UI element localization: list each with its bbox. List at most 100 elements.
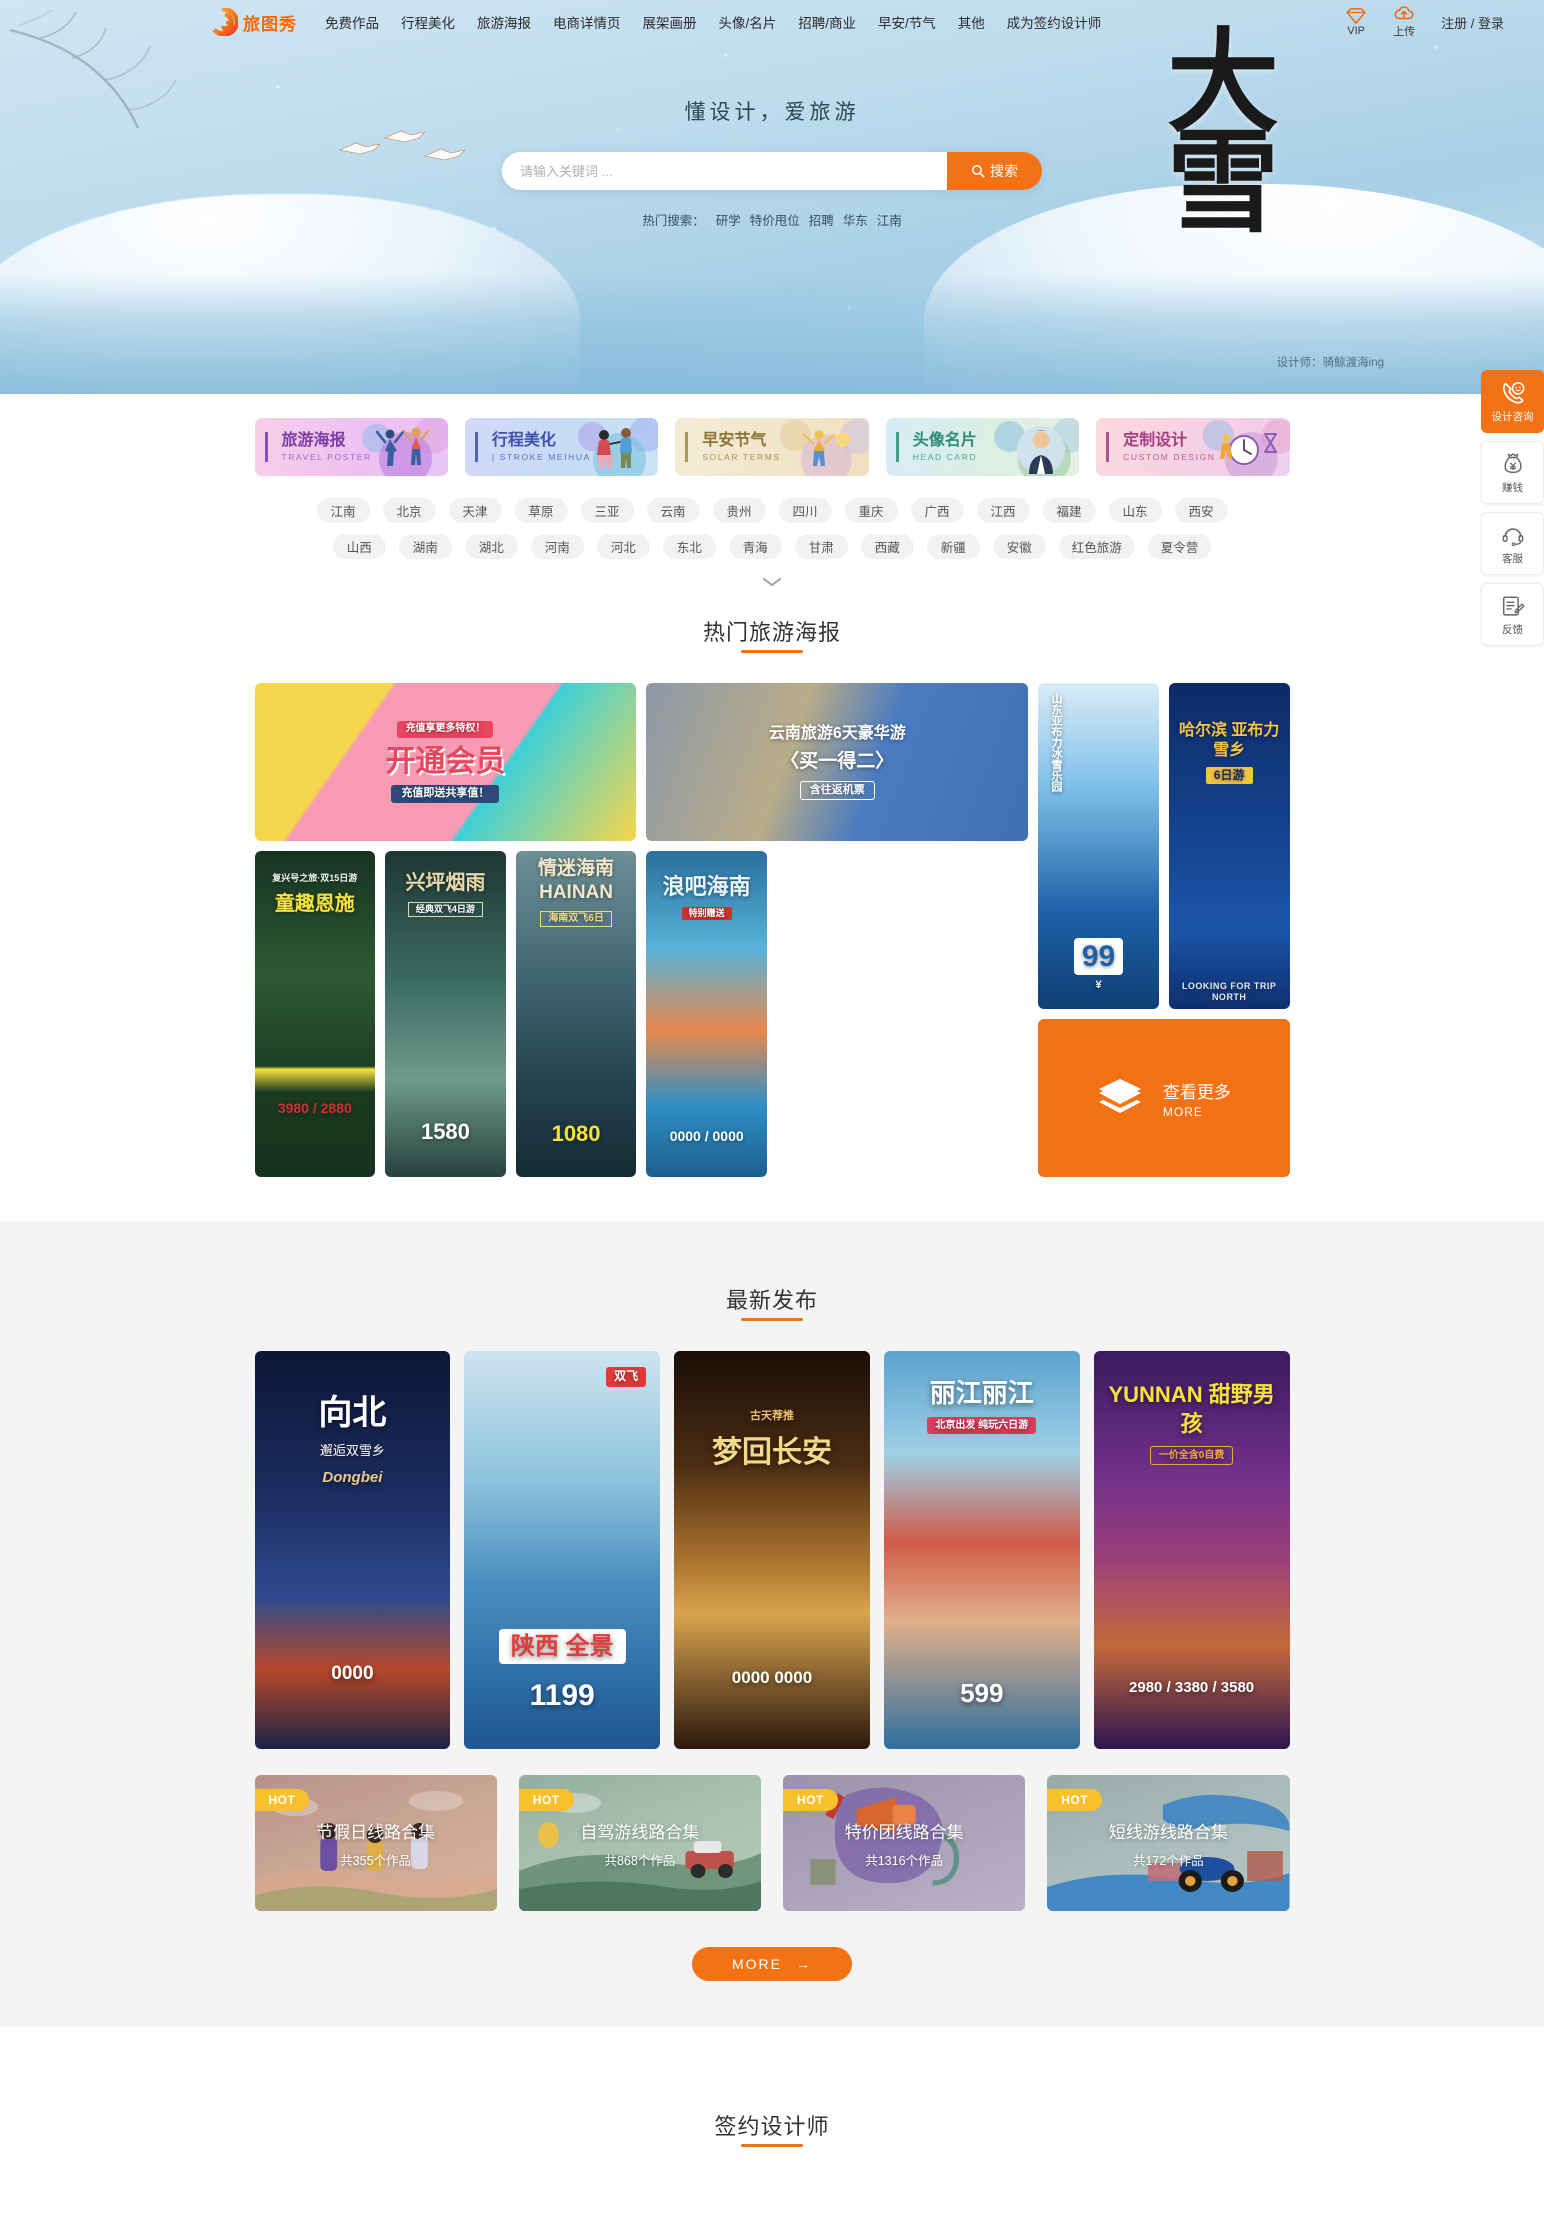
region-tag[interactable]: 四川 bbox=[778, 498, 832, 523]
region-tag[interactable]: 北京 bbox=[382, 498, 436, 523]
region-tag[interactable]: 三亚 bbox=[580, 498, 634, 523]
region-tag[interactable]: 江南 bbox=[316, 498, 370, 523]
latest-poster-card[interactable]: YUNNAN 甜野男孩 一价全含0自费 2980 / 3380 / 3580 bbox=[1093, 1351, 1290, 1749]
poster-title: 陕西 全景 bbox=[498, 1628, 626, 1664]
upload-button[interactable]: 上传 bbox=[1393, 5, 1415, 39]
poster-card[interactable]: 兴坪烟雨 经典双飞4日游 1580 bbox=[385, 851, 506, 1177]
region-tag[interactable]: 湖北 bbox=[464, 534, 518, 559]
region-tag[interactable]: 河北 bbox=[596, 534, 650, 559]
region-tag[interactable]: 西安 bbox=[1174, 498, 1228, 523]
nav-item-travel-poster[interactable]: 旅游海报 bbox=[477, 12, 531, 32]
dock-item-customer-service[interactable]: 客服 bbox=[1481, 512, 1544, 575]
category-en-label: SOLAR TERMS bbox=[702, 452, 781, 463]
hot-search-item-4[interactable]: 江南 bbox=[877, 210, 902, 229]
collection-card[interactable]: HOT 节假日线路合集 共355个作品 bbox=[254, 1775, 497, 1911]
region-tag[interactable]: 红色旅游 bbox=[1058, 534, 1135, 559]
money-bag-icon bbox=[1503, 452, 1522, 473]
nav-item-recruitment-business[interactable]: 招聘/商业 bbox=[798, 12, 856, 32]
region-tag[interactable]: 云南 bbox=[646, 498, 700, 523]
hero-banner: 大 雪 旅图秀 免费作品 行程美化 旅游海报 电商详情页 展架画册 头像/名片 … bbox=[0, 0, 1544, 394]
collection-card[interactable]: HOT 短线游线路合集 共172个作品 bbox=[1047, 1775, 1290, 1911]
region-tag[interactable]: 安徽 bbox=[992, 534, 1046, 559]
search-input[interactable] bbox=[502, 152, 947, 190]
register-login-link[interactable]: 注册 / 登录 bbox=[1441, 13, 1504, 32]
region-tag[interactable]: 湖南 bbox=[398, 534, 452, 559]
poster-title: 梦回长安 bbox=[711, 1436, 832, 1470]
collection-card[interactable]: HOT 特价团线路合集 共1316个作品 bbox=[783, 1775, 1026, 1911]
dock-item-design-consult[interactable]: 设计咨询 bbox=[1481, 370, 1544, 433]
poster-card[interactable]: 山东亚布力冰雪乐园 99 ¥ bbox=[1038, 683, 1159, 1009]
businessman-avatar-icon bbox=[1017, 426, 1066, 474]
latest-poster-card[interactable]: 丽江丽江 北京出发 纯玩六日游 599 bbox=[883, 1351, 1080, 1749]
region-tag[interactable]: 广西 bbox=[910, 498, 964, 523]
nav-item-other[interactable]: 其他 bbox=[958, 12, 985, 32]
region-tag[interactable]: 山东 bbox=[1108, 498, 1162, 523]
load-more-button[interactable]: MORE → bbox=[692, 1947, 852, 1981]
hot-search-item-3[interactable]: 华东 bbox=[843, 210, 868, 229]
nav-item-itinerary[interactable]: 行程美化 bbox=[401, 12, 455, 32]
nav-item-morning-solarterm[interactable]: 早安/节气 bbox=[878, 12, 936, 32]
vip-button[interactable]: VIP bbox=[1345, 7, 1367, 37]
view-more-card[interactable]: 查看更多 MORE bbox=[1038, 1019, 1290, 1177]
poster-card[interactable]: 哈尔滨 亚布力 雪乡 6日游 LOOKING FOR TRIP NORTH bbox=[1168, 683, 1290, 1009]
category-cn-label: 定制设计 bbox=[1123, 431, 1188, 449]
nav-item-become-designer[interactable]: 成为签约设计师 bbox=[1007, 12, 1102, 32]
category-en-label: HEAD CARD bbox=[912, 452, 978, 463]
hero-search-block: 懂设计，爱旅游 搜索 热门搜索： 研学 特价甩位 招聘 华东 江南 bbox=[392, 96, 1152, 229]
region-tag[interactable]: 天津 bbox=[448, 498, 502, 523]
region-tag[interactable]: 夏令营 bbox=[1147, 534, 1212, 559]
hot-search-item-2[interactable]: 招聘 bbox=[809, 210, 834, 229]
poster-card[interactable]: 复兴号之旅·双15日游 童趣恩施 3980 / 2880 bbox=[254, 851, 376, 1177]
hot-search-item-1[interactable]: 特价甩位 bbox=[750, 210, 800, 229]
region-tag[interactable]: 重庆 bbox=[844, 498, 898, 523]
nav-item-exhibition-album[interactable]: 展架画册 bbox=[643, 12, 697, 32]
latest-release-heading: 最新发布 bbox=[0, 1283, 1544, 1321]
hot-search-item-0[interactable]: 研学 bbox=[716, 210, 741, 229]
poster-label: 兴坪烟雨 经典双飞4日游 1580 bbox=[385, 851, 506, 1177]
dock-item-feedback[interactable]: 反馈 bbox=[1481, 583, 1544, 646]
collection-count: 共355个作品 bbox=[340, 1853, 412, 1868]
latest-poster-card[interactable]: 向北 邂逅双雪乡 Dongbei 0000 bbox=[254, 1351, 451, 1749]
section-title: 最新发布 bbox=[726, 1283, 818, 1321]
nav-item-avatar-card[interactable]: 头像/名片 bbox=[719, 12, 777, 32]
region-tag[interactable]: 河南 bbox=[530, 534, 584, 559]
region-tag[interactable]: 山西 bbox=[332, 534, 386, 559]
category-card-solar-terms[interactable]: 早安节气 SOLAR TERMS bbox=[675, 418, 869, 476]
poster-card[interactable]: 充值享更多特权！ 开通会员 充值即送共享值！ bbox=[254, 683, 637, 841]
category-card-custom-design[interactable]: 定制设计 CUSTOM DESIGN bbox=[1096, 418, 1290, 476]
region-tag[interactable]: 江西 bbox=[976, 498, 1030, 523]
nav-item-ecommerce-detail[interactable]: 电商详情页 bbox=[553, 12, 621, 32]
poster-sub: 1080 bbox=[551, 1120, 601, 1146]
category-text-custom-design: 定制设计 CUSTOM DESIGN bbox=[1106, 431, 1215, 463]
region-tag[interactable]: 东北 bbox=[662, 534, 716, 559]
dock-item-earn-money[interactable]: 赚钱 bbox=[1481, 441, 1544, 504]
search-button[interactable]: 搜索 bbox=[947, 152, 1042, 190]
latest-poster-card[interactable]: 古天荐推 梦回长安 0000 0000 bbox=[674, 1351, 870, 1749]
region-tag[interactable]: 贵州 bbox=[712, 498, 766, 523]
poster-card[interactable]: 云南旅游6天豪华游 〈买一得二〉 含往返机票 bbox=[646, 683, 1029, 841]
region-tag[interactable]: 甘肃 bbox=[794, 534, 848, 559]
expand-tags-button[interactable] bbox=[255, 573, 1290, 593]
collection-card-grid: HOT 节假日线路合集 共355个作品 HOT 自驾游线路合集 共868个作品 … bbox=[254, 1775, 1290, 1911]
category-cn-label: 行程美化 bbox=[491, 431, 556, 449]
region-tag[interactable]: 青海 bbox=[728, 534, 782, 559]
poster-card[interactable]: 浪吧海南 特别赠送 0000 / 0000 bbox=[646, 851, 767, 1177]
nav-item-free-works[interactable]: 免费作品 bbox=[325, 12, 379, 32]
region-tag[interactable]: 新疆 bbox=[926, 534, 980, 559]
category-card-travel-poster[interactable]: 旅游海报 TRAVEL POSTER bbox=[254, 418, 448, 476]
poster-note: 古天荐推 bbox=[749, 1410, 794, 1422]
latest-poster-card[interactable]: 双飞 陕西 全景 1199 bbox=[464, 1351, 661, 1749]
poster-tag: 特别赠送 bbox=[681, 906, 732, 920]
site-logo[interactable]: 旅图秀 bbox=[210, 8, 297, 36]
category-card-head-card[interactable]: 头像名片 HEAD CARD bbox=[885, 418, 1080, 476]
category-card-itinerary[interactable]: 行程美化 | STROKE MEIHUA bbox=[464, 418, 659, 476]
load-more-label: MORE bbox=[732, 1956, 782, 1972]
region-tag[interactable]: 西藏 bbox=[860, 534, 914, 559]
region-tag[interactable]: 草原 bbox=[514, 498, 568, 523]
collection-card[interactable]: HOT 自驾游线路合集 共868个作品 bbox=[518, 1775, 761, 1911]
poster-card[interactable]: 情迷海南 HAINAN 海南双飞6日 1080 bbox=[515, 851, 637, 1177]
contracted-designers-heading: 签约设计师 bbox=[0, 2109, 1544, 2147]
poster-sub: 邂逅双雪乡 bbox=[319, 1443, 385, 1459]
region-tag[interactable]: 福建 bbox=[1042, 498, 1096, 523]
view-more-text-group: 查看更多 MORE bbox=[1163, 1078, 1231, 1119]
